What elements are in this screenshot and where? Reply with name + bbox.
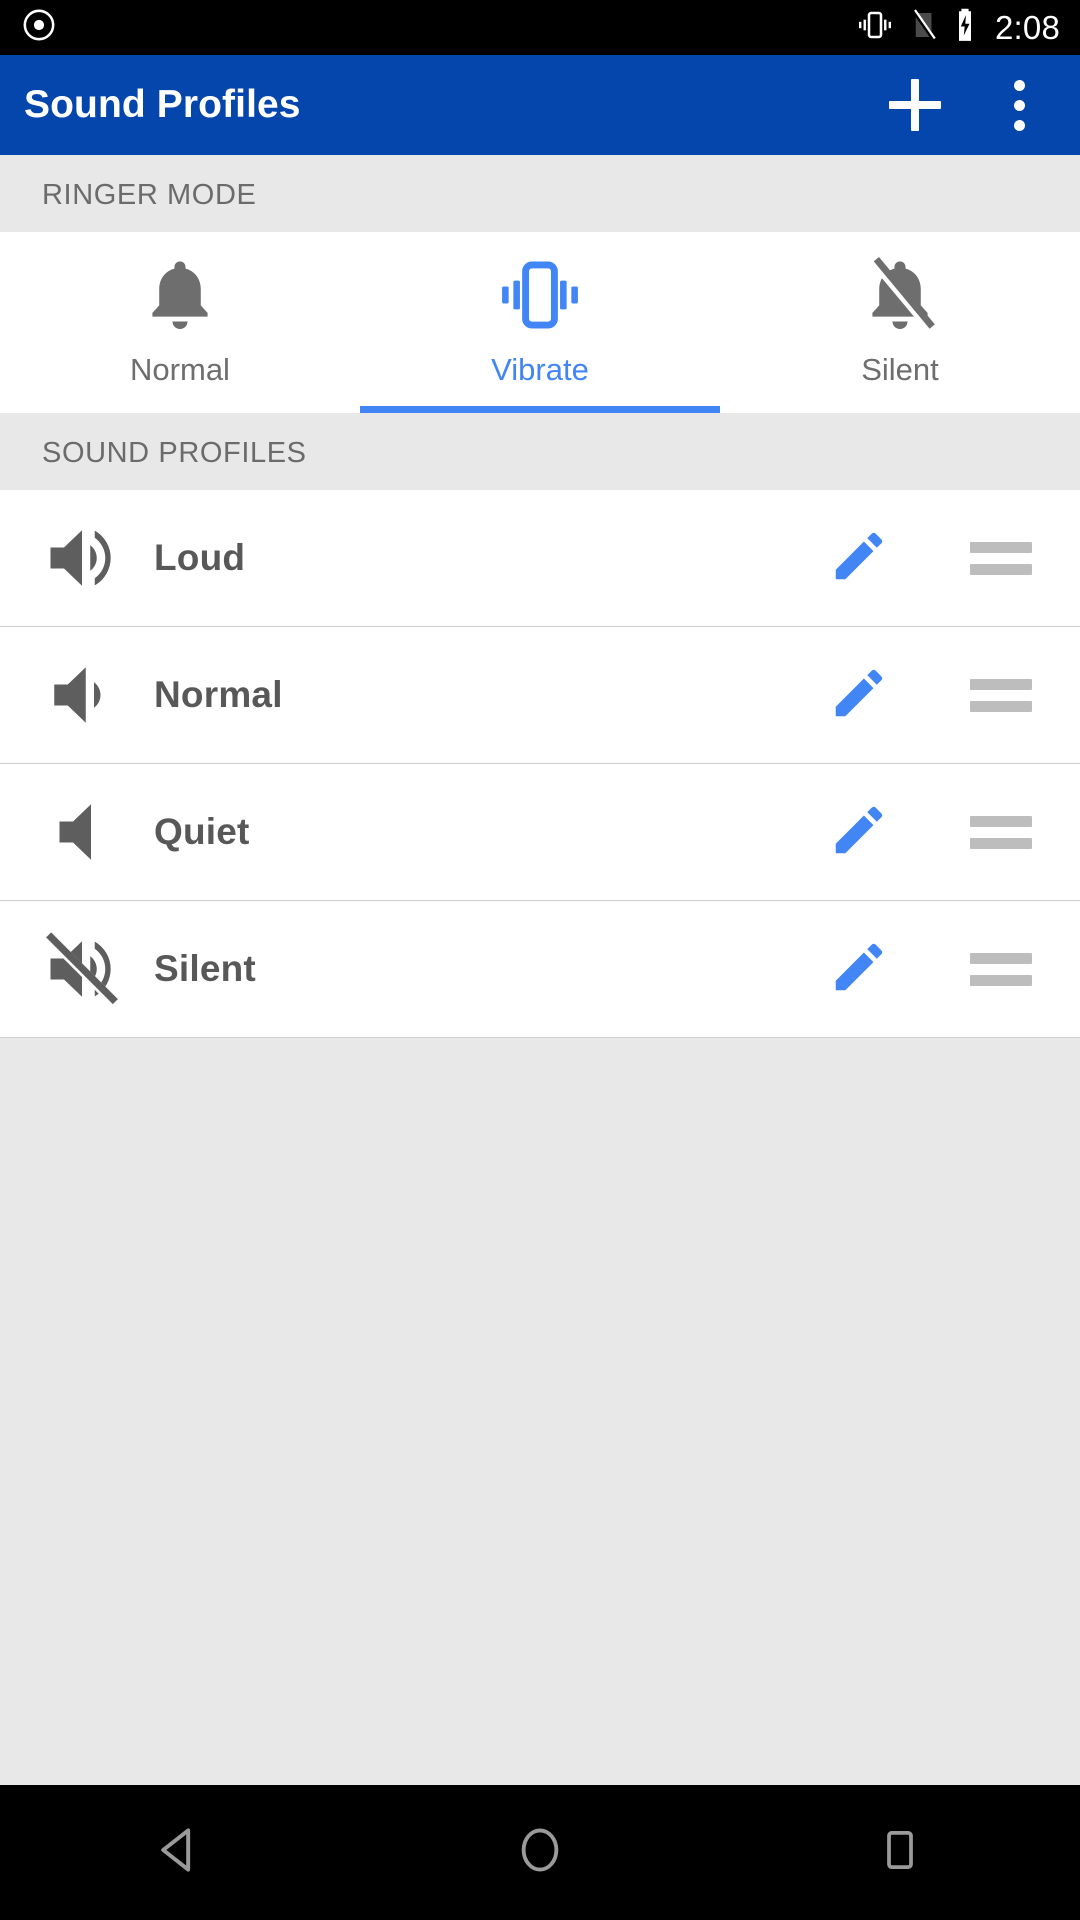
ringer-mode-tabs: Normal Vibrate Silent: [0, 232, 1080, 413]
nav-back-button[interactable]: [0, 1822, 360, 1883]
drag-handle-icon[interactable]: [970, 952, 1032, 986]
nav-recents-button[interactable]: [720, 1822, 1080, 1883]
phone-screen: 2:08 Sound Profiles RINGER MODE Normal V…: [0, 0, 1080, 1920]
vibrate-icon: [493, 252, 587, 338]
nav-home-button[interactable]: [360, 1822, 720, 1883]
empty-list-area: [0, 1038, 1080, 1608]
status-bar-left: [22, 8, 56, 47]
tab-silent[interactable]: Silent: [720, 232, 1080, 413]
tab-normal-label: Normal: [130, 352, 230, 387]
table-row[interactable]: Quiet: [0, 764, 1080, 901]
tab-vibrate[interactable]: Vibrate: [360, 232, 720, 413]
profile-name: Silent: [154, 948, 256, 989]
volume-off-icon: [28, 924, 136, 1014]
edit-pencil-icon: [828, 799, 890, 866]
bell-off-icon: [857, 252, 943, 338]
profile-name: Loud: [154, 537, 246, 578]
status-bar: 2:08: [0, 0, 1080, 55]
sound-profiles-header: SOUND PROFILES: [0, 413, 1080, 490]
volume-up-icon: [28, 513, 136, 603]
edit-profile-button[interactable]: [826, 662, 892, 728]
edit-pencil-icon: [828, 936, 890, 1003]
ringer-mode-header: RINGER MODE: [0, 155, 1080, 232]
edit-pencil-icon: [828, 662, 890, 729]
edit-profile-button[interactable]: [826, 525, 892, 591]
tab-vibrate-label: Vibrate: [491, 352, 589, 387]
bell-icon: [137, 252, 223, 338]
tab-silent-label: Silent: [861, 352, 939, 387]
sound-profiles-list: Loud Normal Quiet Silent: [0, 490, 1080, 1038]
app-bar-actions: [882, 72, 1052, 138]
app-bar: Sound Profiles: [0, 55, 1080, 155]
record-dot-icon: [22, 8, 56, 47]
battery-charging-icon: [953, 7, 977, 48]
profile-name: Normal: [154, 674, 283, 715]
add-icon: [889, 79, 941, 131]
table-row[interactable]: Loud: [0, 490, 1080, 627]
profile-name: Quiet: [154, 811, 250, 852]
table-row[interactable]: Silent: [0, 901, 1080, 1038]
signal-off-icon: [909, 7, 939, 48]
status-bar-clock: 2:08: [994, 9, 1060, 46]
drag-handle-icon[interactable]: [970, 815, 1032, 849]
overflow-menu-button[interactable]: [986, 72, 1052, 138]
vibrate-icon: [855, 8, 895, 47]
edit-pencil-icon: [828, 525, 890, 592]
volume-mute-icon: [28, 787, 136, 877]
overflow-menu-icon: [1013, 79, 1025, 131]
back-triangle-icon: [152, 1822, 208, 1883]
drag-handle-icon[interactable]: [970, 678, 1032, 712]
home-circle-icon: [515, 1822, 565, 1883]
volume-down-icon: [28, 650, 136, 740]
row-actions: [826, 936, 1032, 1002]
tab-active-indicator: [360, 406, 720, 413]
drag-handle-icon[interactable]: [970, 541, 1032, 575]
system-navigation-bar: [0, 1785, 1080, 1920]
page-title: Sound Profiles: [24, 83, 301, 126]
edit-profile-button[interactable]: [826, 936, 892, 1002]
recents-square-icon: [878, 1822, 922, 1883]
add-profile-button[interactable]: [882, 72, 948, 138]
table-row[interactable]: Normal: [0, 627, 1080, 764]
row-actions: [826, 662, 1032, 728]
tab-normal[interactable]: Normal: [0, 232, 360, 413]
row-actions: [826, 525, 1032, 591]
status-bar-right: 2:08: [855, 7, 1060, 48]
edit-profile-button[interactable]: [826, 799, 892, 865]
row-actions: [826, 799, 1032, 865]
